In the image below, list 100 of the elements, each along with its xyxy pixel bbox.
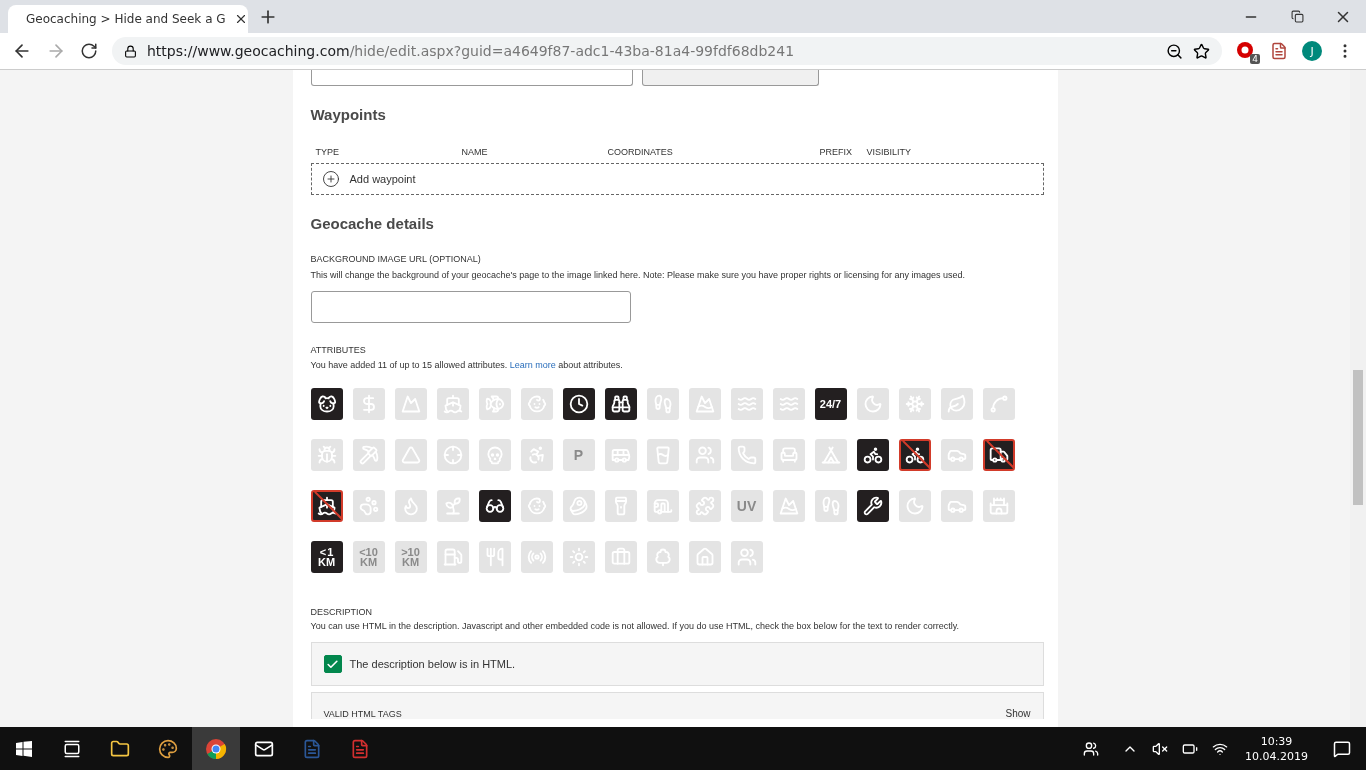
attribute-toggle[interactable] [646, 388, 679, 420]
fuel-icon [442, 547, 463, 567]
armchair-icon [778, 445, 799, 465]
attribute-toggle[interactable] [982, 439, 1015, 471]
attribute-toggle[interactable] [352, 490, 385, 522]
people-icon [736, 547, 757, 567]
zoom-icon[interactable] [1166, 42, 1183, 60]
attribute-toggle[interactable] [520, 439, 553, 471]
learn-more-link[interactable]: Learn more [509, 360, 556, 370]
attribute-toggle[interactable] [898, 388, 931, 420]
attribute-toggle[interactable] [688, 388, 721, 420]
clock-icon [568, 394, 589, 414]
snowflake-icon [904, 394, 925, 414]
pdf-icon[interactable] [350, 738, 370, 759]
attribute-toggle[interactable] [688, 490, 721, 522]
attribute-toggle[interactable] [520, 490, 553, 522]
attribute-toggle[interactable] [730, 388, 763, 420]
attribute-toggle[interactable] [394, 490, 427, 522]
coordinates-field[interactable] [310, 70, 633, 86]
attribute-toggle[interactable] [688, 541, 721, 573]
attribute-toggle[interactable] [520, 388, 553, 420]
checkbox[interactable] [323, 655, 342, 673]
attribute-toggle[interactable] [310, 439, 343, 471]
checkmark-icon [326, 657, 339, 671]
column-header: COORDINATES [607, 147, 674, 157]
attribute-toggle[interactable] [856, 388, 889, 420]
attribute-toggle[interactable] [478, 439, 511, 471]
attribute-toggle[interactable] [856, 439, 889, 471]
ship-icon [442, 394, 463, 414]
attribute-toggle[interactable] [604, 439, 637, 471]
attribute-toggle[interactable] [436, 439, 469, 471]
notifications-icon[interactable] [1333, 739, 1351, 758]
profile-avatar[interactable]: J [1302, 41, 1322, 61]
leaf-icon [946, 394, 967, 414]
attribute-toggle[interactable] [478, 388, 511, 420]
clock[interactable]: 10:39 10.04.2019 [1235, 733, 1318, 764]
attribute-toggle[interactable] [604, 541, 637, 573]
attribute-toggle[interactable] [688, 439, 721, 471]
attribute-toggle[interactable] [352, 439, 385, 471]
task-view-icon[interactable] [63, 739, 81, 758]
attribute-toggle[interactable] [856, 490, 889, 522]
background-url-field[interactable] [310, 291, 631, 323]
briefcase-icon [610, 547, 631, 567]
attribute-toggle[interactable] [814, 439, 847, 471]
attribute-toggle[interactable] [898, 439, 931, 471]
attribute-toggle[interactable] [772, 439, 805, 471]
document-icon[interactable] [302, 738, 322, 759]
attribute-toggle[interactable] [772, 490, 805, 522]
attribute-toggle[interactable] [478, 490, 511, 522]
attribute-toggle[interactable] [562, 541, 595, 573]
attribute-toggle[interactable] [436, 388, 469, 420]
attribute-toggle[interactable] [478, 541, 511, 573]
puzzle-icon [694, 496, 715, 516]
attribute-toggle[interactable] [562, 388, 595, 420]
attribute-toggle[interactable]: 24/7 [814, 388, 847, 420]
restore-icon[interactable] [1290, 10, 1304, 23]
attribute-toggle[interactable] [646, 541, 679, 573]
chrome-icon[interactable] [205, 737, 227, 760]
attribute-toggle[interactable] [394, 439, 427, 471]
baby-icon [526, 394, 547, 414]
attribute-toggle[interactable] [436, 541, 469, 573]
address-bar[interactable]: https://www.geocaching.com/hide/edit.aspx?guid=a4649f87-adc1-43ba-81a4-99fdf68db241 [112, 37, 1222, 65]
palette-icon[interactable] [158, 738, 178, 759]
attribute-toggle[interactable] [646, 439, 679, 471]
moon-icon [904, 496, 925, 516]
attribute-toggle[interactable] [772, 388, 805, 420]
attribute-toggle[interactable] [394, 388, 427, 420]
house-icon [694, 547, 715, 567]
add-waypoint-button[interactable]: Add waypoint [310, 163, 1044, 195]
skull-icon [484, 445, 505, 465]
attribute-toggle[interactable] [982, 388, 1015, 420]
attribute-toggle[interactable] [520, 541, 553, 573]
column-header: PREFIX [819, 147, 853, 157]
attribute-toggle[interactable] [814, 490, 847, 522]
browser-tab[interactable]: Geocaching > Hide and Seek a G [8, 5, 248, 33]
folder-icon[interactable] [110, 738, 130, 759]
attribute-toggle[interactable] [310, 490, 343, 522]
attribute-toggle[interactable] [730, 541, 763, 573]
attribute-toggle[interactable] [436, 490, 469, 522]
attribute-toggle[interactable] [604, 490, 637, 522]
attribute-toggle[interactable] [352, 388, 385, 420]
show-toggle[interactable]: Show [1005, 708, 1031, 719]
attribute-toggle[interactable] [730, 439, 763, 471]
star-icon[interactable] [1193, 42, 1210, 60]
attribute-toggle[interactable] [940, 490, 973, 522]
attribute-toggle[interactable] [898, 490, 931, 522]
pdf-extension-icon[interactable] [1270, 42, 1288, 60]
attribute-toggle[interactable]: < 1 KM [310, 541, 343, 573]
attribute-toggle[interactable] [310, 388, 343, 420]
type-field[interactable] [641, 70, 819, 86]
attribute-toggle[interactable] [604, 388, 637, 420]
attribute-toggle[interactable] [562, 490, 595, 522]
reload-icon[interactable] [80, 42, 98, 60]
attribute-toggle[interactable] [940, 439, 973, 471]
people-icon[interactable] [1083, 740, 1099, 757]
attribute-toggle[interactable] [940, 388, 973, 420]
attribute-toggle[interactable] [646, 490, 679, 522]
muted-speaker-icon[interactable] [1152, 740, 1168, 757]
windows-logo-icon[interactable] [16, 740, 32, 757]
attribute-toggle[interactable] [982, 490, 1015, 522]
